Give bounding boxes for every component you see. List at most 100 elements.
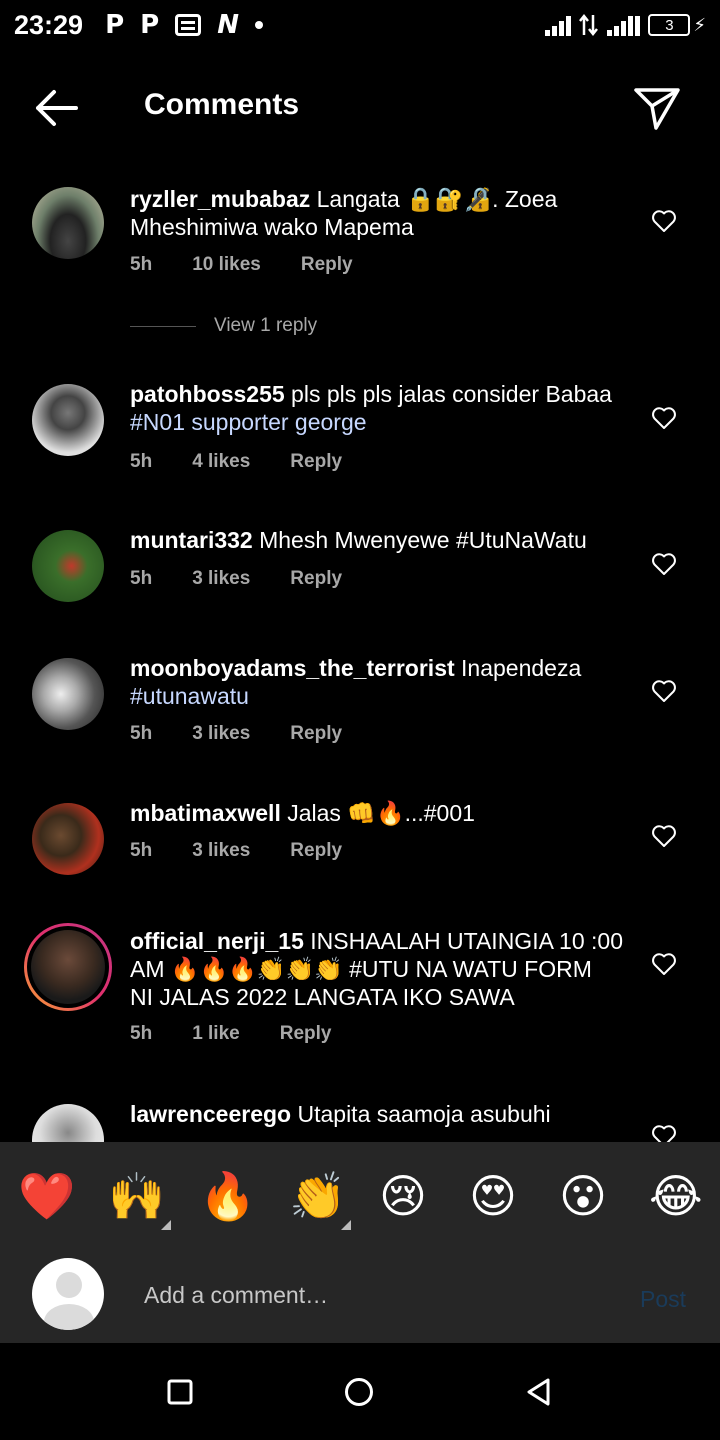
signal-strength-icon bbox=[545, 14, 572, 36]
comment-username[interactable]: patohboss255 bbox=[130, 381, 285, 407]
view-replies-label[interactable]: View 1 reply bbox=[214, 315, 317, 337]
comment-time: 5h bbox=[130, 568, 153, 589]
comment-text: official_nerji_15 INSHAALAH UTAINGIA 10 … bbox=[130, 927, 630, 1011]
comment-username[interactable]: moonboyadams_the_terrorist bbox=[130, 655, 455, 681]
skin-tone-indicator-icon bbox=[341, 1220, 351, 1230]
comment-time: 5h bbox=[130, 1023, 153, 1044]
status-time: 23:29 bbox=[14, 9, 84, 40]
post-button[interactable]: Post bbox=[640, 1286, 686, 1313]
crying-face-emoji-button[interactable]: 😢 bbox=[379, 1170, 427, 1222]
comments-header: Comments bbox=[0, 70, 720, 146]
avatar-head-shape bbox=[56, 1272, 82, 1298]
comment-likes[interactable]: 1 like bbox=[192, 1023, 240, 1045]
comment-body-line: NI JALAS 2022 LANGATA IKO SAWA bbox=[130, 984, 515, 1010]
like-heart-icon[interactable] bbox=[651, 1124, 677, 1142]
back-triangle-icon[interactable] bbox=[524, 1377, 554, 1407]
avatar[interactable] bbox=[32, 187, 104, 259]
like-heart-icon[interactable] bbox=[651, 824, 677, 848]
notification-p-icon: P bbox=[140, 10, 160, 40]
comment-body-line: INSHAALAH UTAINGIA 10 :00 bbox=[310, 928, 623, 954]
recent-apps-square-icon[interactable] bbox=[165, 1377, 195, 1407]
comment-time: 5h bbox=[130, 723, 153, 744]
comment-username[interactable]: official_nerji_15 bbox=[130, 928, 304, 954]
view-replies-button[interactable]: View 1 reply bbox=[130, 315, 317, 337]
comments-list[interactable]: ryzller_mubabaz Langata 🔒🔐🔏. Zoea Mheshi… bbox=[0, 165, 720, 1142]
avatar bbox=[31, 930, 105, 1004]
page-title: Comments bbox=[144, 88, 300, 121]
comment-likes[interactable]: 3 likes bbox=[192, 840, 250, 862]
like-heart-icon[interactable] bbox=[651, 209, 677, 233]
comment-username[interactable]: ryzller_mubabaz bbox=[130, 186, 310, 212]
laughing-tears-emoji-button[interactable]: 😂 bbox=[649, 1170, 703, 1222]
comment-text: ryzller_mubabaz Langata 🔒🔐🔏. Zoea Mheshi… bbox=[130, 185, 630, 241]
comment-body-line: Inapendeza bbox=[461, 655, 582, 681]
comment-username[interactable]: muntari332 bbox=[130, 527, 253, 553]
comment-time: 5h bbox=[130, 451, 153, 472]
comment-meta: 5h 3 likes Reply bbox=[130, 840, 382, 862]
charging-bolt-icon: ⚡ bbox=[693, 14, 706, 35]
like-heart-icon[interactable] bbox=[651, 679, 677, 703]
surprised-face-emoji-button[interactable]: 😮 bbox=[559, 1170, 607, 1222]
comment-body-line: Utapita saamoja asubuhi bbox=[297, 1101, 551, 1127]
comment-body-line[interactable]: #N01 supporter george bbox=[130, 409, 367, 435]
comment-body-line: Jalas 👊🔥...#001 bbox=[287, 800, 475, 826]
notification-n-icon: N bbox=[217, 10, 239, 40]
comment-likes[interactable]: 10 likes bbox=[192, 254, 261, 276]
fire-emoji-button[interactable]: 🔥 bbox=[199, 1170, 256, 1222]
comment-meta: 5h 3 likes Reply bbox=[130, 723, 382, 745]
avatar[interactable] bbox=[32, 384, 104, 456]
reply-button[interactable]: Reply bbox=[290, 451, 342, 473]
reply-button[interactable]: Reply bbox=[301, 254, 353, 276]
comment-time: 5h bbox=[130, 840, 153, 861]
clapping-hands-emoji-button[interactable]: 👏 bbox=[289, 1170, 346, 1222]
home-circle-icon[interactable] bbox=[344, 1377, 374, 1407]
comment-likes[interactable]: 3 likes bbox=[192, 723, 250, 745]
avatar[interactable] bbox=[32, 803, 104, 875]
user-avatar bbox=[32, 1258, 104, 1330]
comment-meta: 5h 4 likes Reply bbox=[130, 451, 382, 473]
comment-body-line: Mhesh Mwenyewe #UtuNaWatu bbox=[259, 527, 587, 553]
comment-likes[interactable]: 3 likes bbox=[192, 568, 250, 590]
notification-icons: P P N bbox=[105, 10, 263, 40]
reply-button[interactable]: Reply bbox=[290, 723, 342, 745]
back-arrow-icon[interactable] bbox=[30, 84, 82, 132]
comment-likes[interactable]: 4 likes bbox=[192, 451, 250, 473]
comment-text: mbatimaxwell Jalas 👊🔥...#001 bbox=[130, 799, 630, 827]
reply-button[interactable]: Reply bbox=[290, 840, 342, 862]
raised-hands-emoji-button[interactable]: 🙌 bbox=[108, 1170, 165, 1222]
comment-meta: 5h 3 likes Reply bbox=[130, 568, 382, 590]
comment-body-line: Langata 🔒🔐🔏. Zoea bbox=[316, 186, 558, 212]
comment-text: patohboss255 pls pls pls jalas consider … bbox=[130, 380, 630, 436]
like-heart-icon[interactable] bbox=[651, 552, 677, 576]
comment-text: moonboyadams_the_terrorist Inapendeza #u… bbox=[130, 654, 630, 710]
comment-body-line[interactable]: #utunawatu bbox=[130, 683, 249, 709]
avatar-with-story-ring[interactable] bbox=[24, 923, 112, 1011]
avatar[interactable] bbox=[32, 1104, 104, 1142]
comment-meta: 5h 1 like Reply bbox=[130, 1023, 371, 1045]
heart-emoji-button[interactable]: ❤️ bbox=[18, 1170, 75, 1222]
comment-text: muntari332 Mhesh Mwenyewe #UtuNaWatu bbox=[130, 526, 630, 554]
quick-emoji-bar: ❤️ 🙌 🔥 👏 😢 😍 😮 😂 bbox=[0, 1142, 720, 1248]
skin-tone-indicator-icon bbox=[161, 1220, 171, 1230]
avatar[interactable] bbox=[32, 530, 104, 602]
comment-time: 5h bbox=[130, 254, 153, 275]
share-paper-plane-icon[interactable] bbox=[630, 80, 684, 134]
like-heart-icon[interactable] bbox=[651, 406, 677, 430]
notification-p-icon: P bbox=[105, 10, 125, 40]
comment-username[interactable]: mbatimaxwell bbox=[130, 800, 281, 826]
comment-body-line: AM 🔥🔥🔥👏👏👏 #UTU NA WATU FORM bbox=[130, 956, 592, 982]
news-icon bbox=[175, 14, 202, 36]
like-heart-icon[interactable] bbox=[651, 952, 677, 976]
status-bar: 23:29 P P N 3 ⚡ bbox=[0, 0, 720, 50]
data-transfer-icon bbox=[579, 13, 599, 37]
signal-strength-2-icon bbox=[607, 14, 641, 36]
avatar[interactable] bbox=[32, 658, 104, 730]
reply-button[interactable]: Reply bbox=[280, 1023, 332, 1045]
reply-button[interactable]: Reply bbox=[290, 568, 342, 590]
comment-body-line: pls pls pls jalas consider Babaa bbox=[291, 381, 612, 407]
comment-input[interactable] bbox=[144, 1278, 614, 1312]
comment-body-line: Mheshimiwa wako Mapema bbox=[130, 214, 414, 240]
comment-username[interactable]: lawrenceerego bbox=[130, 1101, 291, 1127]
comment-text: lawrenceerego Utapita saamoja asubuhi bbox=[130, 1100, 630, 1128]
heart-eyes-emoji-button[interactable]: 😍 bbox=[469, 1170, 517, 1222]
